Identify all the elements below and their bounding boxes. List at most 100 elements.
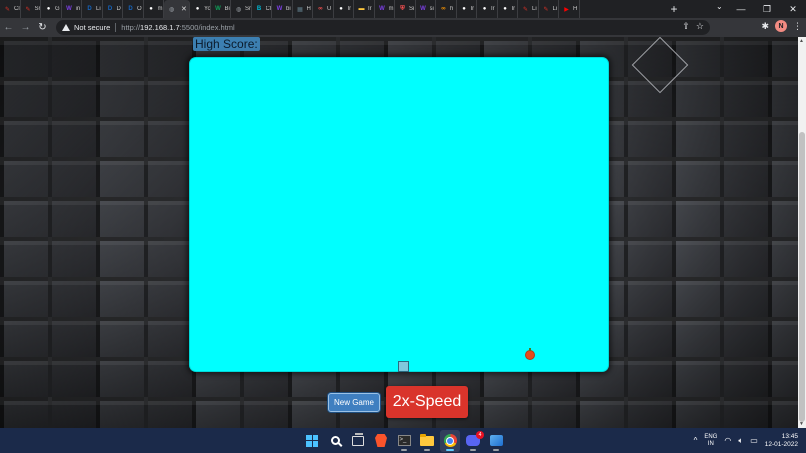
url-scheme: http:// bbox=[121, 23, 141, 32]
running-indicator bbox=[401, 448, 407, 451]
folder-icon: ▬ bbox=[358, 6, 365, 12]
back-arrow-icon[interactable]: ← bbox=[0, 22, 17, 33]
browser-tab[interactable]: ▬ Ir bbox=[354, 0, 375, 18]
browser-tab[interactable]: ◍ ✕ bbox=[164, 0, 190, 18]
language-indicator[interactable]: ENG IN bbox=[704, 434, 717, 448]
address-bar[interactable]: Not secure http://192.168.1.7:5500/index… bbox=[56, 20, 710, 35]
running-indicator bbox=[470, 448, 476, 451]
browser-tab[interactable]: D Li bbox=[82, 0, 103, 18]
browser-tab[interactable]: ∞ U bbox=[313, 0, 334, 18]
chevron-up-icon[interactable]: ^ bbox=[694, 436, 698, 445]
photos-icon bbox=[489, 435, 503, 446]
pencil-icon: ✎ bbox=[522, 6, 529, 13]
browser-tab[interactable]: Wm bbox=[375, 0, 395, 18]
close-window-icon[interactable]: ✕ bbox=[780, 4, 806, 15]
browser-tab[interactable]: ⛨ Si bbox=[395, 0, 416, 18]
minimize-icon[interactable]: — bbox=[728, 4, 754, 14]
clock[interactable]: 13:45 12-01-2022 bbox=[765, 433, 798, 449]
browser-tab[interactable]: DD bbox=[103, 0, 123, 18]
bookmark-star-icon[interactable]: ☆ bbox=[696, 21, 704, 32]
snake-head bbox=[398, 361, 409, 372]
page-viewport: High Score: New Game 2x-Speed ▲ ▼ bbox=[0, 37, 806, 428]
share-icon[interactable]: ⇪ bbox=[682, 21, 690, 32]
globe-icon: ◍ bbox=[168, 6, 175, 13]
speed-button[interactable]: 2x-Speed bbox=[386, 386, 468, 418]
browser-tab[interactable]: ● Ir bbox=[457, 0, 477, 18]
warning-icon[interactable] bbox=[62, 24, 70, 31]
browser-tab[interactable]: Wsi bbox=[416, 0, 436, 18]
scrollbar-thumb[interactable] bbox=[799, 132, 805, 422]
forward-arrow-icon[interactable]: → bbox=[17, 22, 34, 33]
browser-tab[interactable]: ● Yo bbox=[190, 0, 211, 18]
file-explorer-button[interactable] bbox=[417, 430, 437, 452]
browser-tab[interactable]: DO bbox=[123, 0, 144, 18]
profile-avatar[interactable]: N bbox=[775, 20, 787, 32]
tab-title: Li bbox=[532, 6, 537, 12]
task-view-button[interactable] bbox=[348, 430, 368, 452]
browser-tab[interactable]: ▦ H bbox=[293, 0, 313, 18]
browser-tab[interactable]: ● m bbox=[144, 0, 164, 18]
w-icon: W bbox=[215, 6, 221, 12]
tab-search-chevron-icon[interactable]: ⌄ bbox=[716, 2, 723, 11]
restore-icon[interactable]: ❐ bbox=[754, 4, 780, 15]
browser-tab[interactable]: ● Ir bbox=[477, 0, 498, 18]
browser-tab[interactable]: B Cl bbox=[252, 0, 272, 18]
grid-icon: ▦ bbox=[297, 6, 303, 13]
windows-logo-icon bbox=[306, 434, 318, 447]
running-indicator bbox=[493, 448, 499, 451]
pencil-icon: ✎ bbox=[4, 6, 11, 13]
battery-icon[interactable]: ▭ bbox=[750, 436, 758, 445]
notification-badge: 4 bbox=[476, 431, 484, 439]
running-indicator bbox=[424, 448, 430, 451]
new-game-button[interactable]: New Game bbox=[328, 393, 380, 412]
tab-title: D bbox=[116, 6, 121, 12]
terminal-button[interactable]: >_ bbox=[394, 430, 414, 452]
scroll-down-arrow-icon[interactable]: ▼ bbox=[799, 421, 804, 427]
browser-tab[interactable]: W Bi bbox=[211, 0, 231, 18]
security-status[interactable]: Not secure bbox=[74, 23, 110, 32]
high-score-label: High Score: bbox=[193, 37, 260, 51]
browser-tab[interactable]: ✎ Cl bbox=[0, 0, 21, 18]
tab-title: Ir bbox=[347, 6, 352, 12]
page-scrollbar[interactable]: ▲ ▼ bbox=[798, 37, 806, 428]
browser-tab[interactable]: ▶ H bbox=[559, 0, 580, 18]
shield-icon: ⛨ bbox=[400, 5, 405, 12]
browser-tab[interactable]: ◍ Sr bbox=[231, 0, 252, 18]
brave-browser-button[interactable] bbox=[371, 430, 391, 452]
w-icon: W bbox=[420, 6, 426, 12]
browser-tab[interactable]: ✎ Li bbox=[539, 0, 559, 18]
window-controls: — ❐ ✕ bbox=[728, 0, 806, 18]
github-icon: ● bbox=[149, 6, 153, 12]
browser-tab[interactable]: ● Ir bbox=[334, 0, 354, 18]
browser-tab[interactable]: Win bbox=[62, 0, 82, 18]
browser-tab[interactable]: ∞ h bbox=[436, 0, 457, 18]
wifi-icon[interactable]: ◠ bbox=[724, 436, 731, 445]
tab-title: H bbox=[306, 6, 311, 12]
game-board[interactable] bbox=[189, 57, 609, 372]
tab-title: m bbox=[388, 6, 394, 12]
browser-tab[interactable]: ✎ Sr bbox=[21, 0, 41, 18]
b-icon: B bbox=[256, 6, 262, 12]
scroll-up-arrow-icon[interactable]: ▲ bbox=[799, 38, 804, 44]
browser-tab[interactable]: Wbi bbox=[272, 0, 293, 18]
reload-icon[interactable]: ↻ bbox=[34, 22, 51, 33]
tab-title: G bbox=[55, 6, 60, 12]
photos-button[interactable] bbox=[486, 430, 506, 452]
tab-title: si bbox=[429, 6, 434, 12]
start-button[interactable] bbox=[302, 430, 322, 452]
clock-time: 13:45 bbox=[781, 432, 798, 440]
new-tab-button[interactable]: + bbox=[664, 2, 684, 16]
browser-tab[interactable]: ● G bbox=[41, 0, 62, 18]
browser-tab[interactable]: ✎ Li bbox=[518, 0, 539, 18]
extensions-puzzle-icon[interactable]: ✱ bbox=[761, 21, 769, 32]
tab-title: h bbox=[450, 6, 454, 12]
search-button[interactable] bbox=[325, 430, 345, 452]
volume-icon[interactable]: 🔈︎ bbox=[738, 436, 743, 446]
browser-tab[interactable]: ● Ir bbox=[498, 0, 518, 18]
url-text[interactable]: http://192.168.1.7:5500/index.html bbox=[121, 23, 234, 32]
tab-title: Sr bbox=[245, 6, 251, 12]
menu-kebab-icon[interactable]: ⋮ bbox=[793, 21, 802, 32]
discord-button[interactable]: 4 bbox=[463, 430, 484, 452]
chrome-button[interactable] bbox=[440, 429, 460, 452]
close-tab-icon[interactable]: ✕ bbox=[181, 5, 187, 13]
